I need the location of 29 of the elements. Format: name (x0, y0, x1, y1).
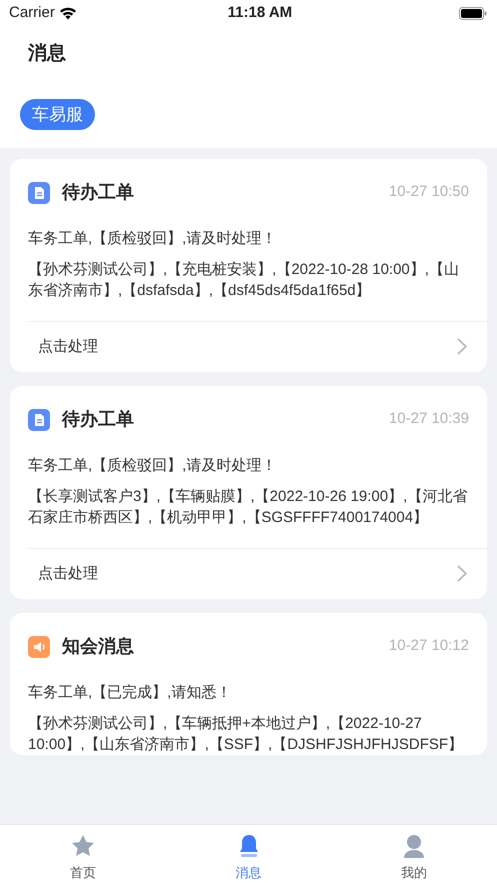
message-summary: 车务工单,【质检驳回】,请及时处理！ (28, 229, 278, 249)
clock: 11:18 AM (228, 2, 292, 23)
message-time: 10-27 10:39 (388, 409, 469, 430)
page-title: 消息 (28, 42, 67, 66)
wifi-icon (58, 6, 77, 20)
handle-link[interactable]: 点击处理 (38, 336, 98, 358)
tab-item[interactable]: 首页 (0, 825, 166, 883)
tab-item[interactable]: 消息 (166, 825, 332, 883)
tab-item[interactable]: 我的 (331, 825, 497, 883)
message-time: 10-27 10:12 (388, 636, 469, 656)
star-icon (70, 833, 96, 859)
document-icon (28, 408, 50, 430)
message-detail: 【孙术芬测试公司】,【充电桩安装】,【2022-10-28 10:00】,【山东省济南市】,【dsfafsda】,【dsf45ds4f5da1f65d】 (28, 260, 460, 300)
carrier-label: Carrier (9, 2, 55, 23)
battery-icon (458, 6, 487, 20)
filter-chip[interactable]: 车易服 (20, 98, 95, 130)
message-detail: 【孙术芬测试公司】,【车辆抵押+本地过户】,【2022-10-27 10:00】,【山东省济南市】,【SSF】,【DJSHFJSHJFHJSDFSF】 (28, 714, 464, 754)
document-icon (28, 182, 50, 204)
speaker-icon (28, 636, 50, 658)
chevron-right-icon (457, 565, 467, 582)
chevron-right-icon (457, 338, 467, 356)
message-summary: 车务工单,【质检驳回】,请及时处理！ (28, 456, 278, 476)
message-title: 知会消息 (62, 635, 134, 658)
message-time: 10-27 10:50 (388, 182, 469, 202)
message-title: 待办工单 (62, 181, 134, 204)
message-title: 待办工单 (62, 408, 134, 431)
message-summary: 车务工单,【已完成】,请知悉！ (28, 683, 232, 703)
handle-link[interactable]: 点击处理 (38, 562, 98, 585)
message-detail: 【长享测试客户3】,【车辆贴膜】,【2022-10-26 19:00】,【河北省石家庄市桥西区】,【机动甲甲】,【SGSFFFF7400174004】 (28, 486, 468, 528)
